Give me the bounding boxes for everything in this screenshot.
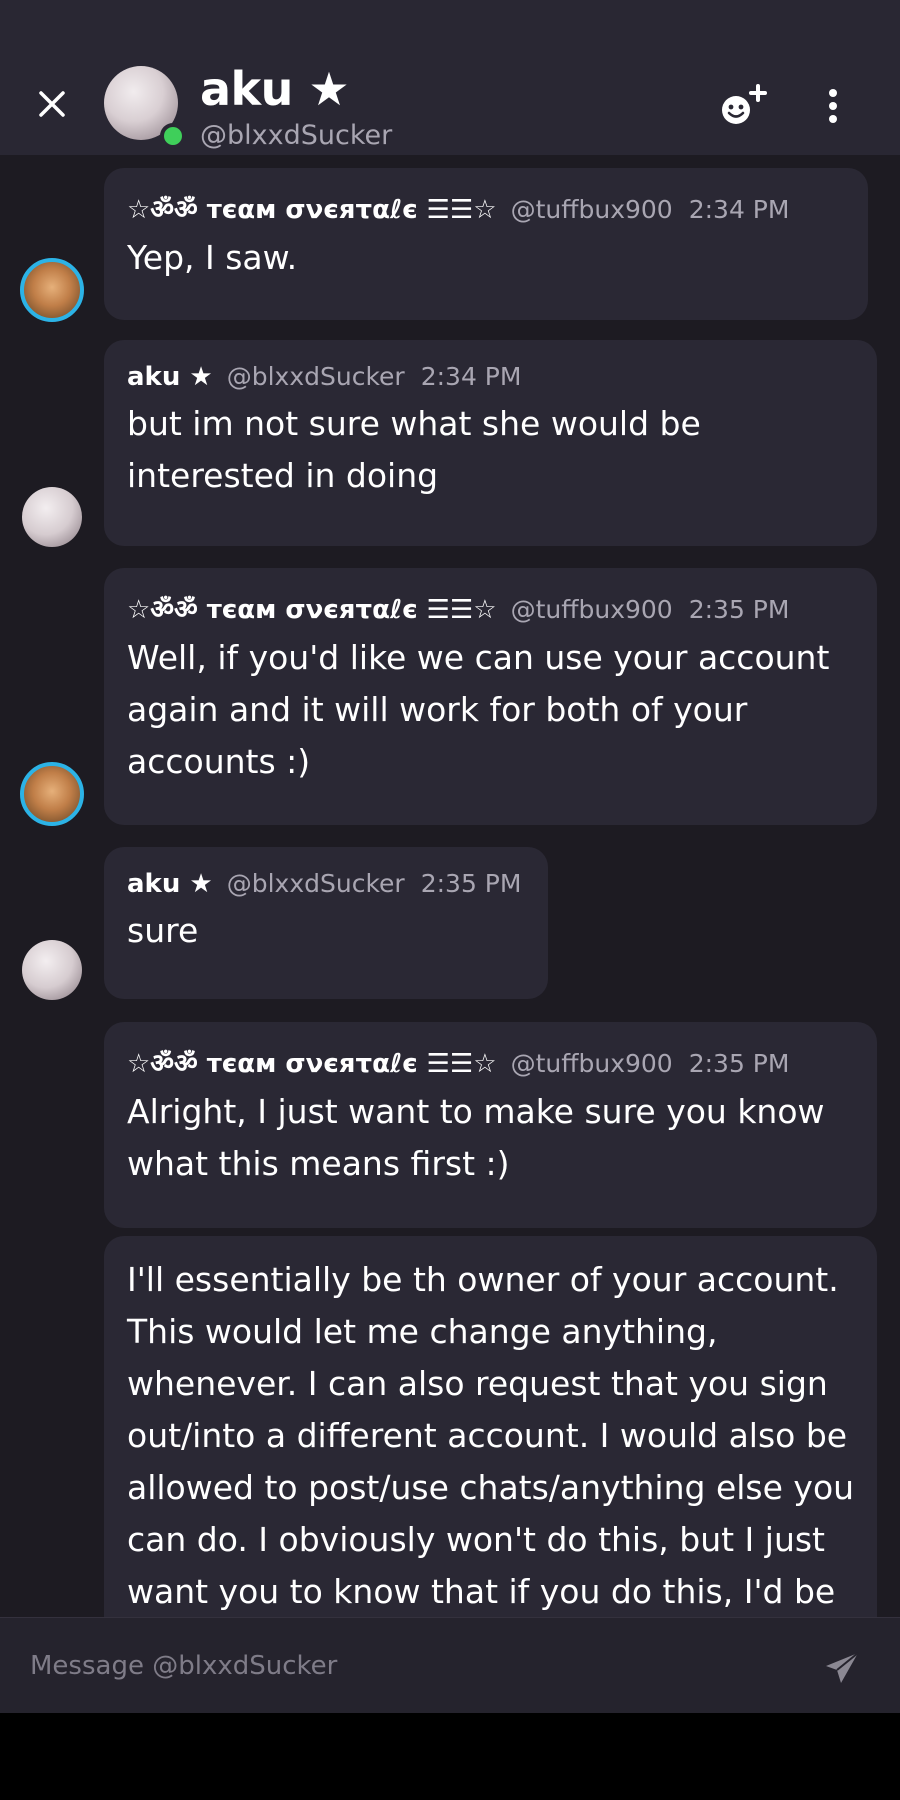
message-text: but im not sure what she would be intere… [127, 404, 701, 495]
close-button[interactable] [30, 82, 74, 126]
message-bubble[interactable]: aku ★ @blxxdSucker 2:35 PM sure [104, 847, 548, 999]
close-icon [39, 91, 65, 117]
dm-app: aku ★ @blxxdSucker ☆ॐॐ тєαм σνєяταℓє ☰☰☆… [0, 0, 900, 1713]
message-text: Well, if you'd like we can use your acco… [127, 638, 830, 781]
message-handle: @tuffbux900 [510, 195, 673, 224]
online-status-indicator [160, 123, 186, 149]
message-handle: @tuffbux900 [510, 1049, 673, 1078]
message-timestamp: 2:35 PM [688, 1049, 790, 1078]
message-bubble[interactable]: ☆ॐॐ тєαм σνєяταℓє ☰☰☆ @tuffbux900 2:35 P… [104, 1022, 877, 1228]
message-timestamp: 2:34 PM [420, 362, 522, 391]
avatar[interactable] [22, 940, 82, 1000]
message-author: ☆ॐॐ тєαм σνєяταℓє ☰☰☆ [127, 1049, 497, 1079]
more-vertical-icon [829, 89, 837, 123]
message-bubble[interactable]: I'll essentially be th owner of your acc… [104, 1236, 877, 1656]
user-handle: @blxxdSucker [200, 120, 393, 151]
message-handle: @blxxdSucker [226, 362, 405, 391]
message-text: I'll essentially be th owner of your acc… [127, 1260, 855, 1611]
system-navigation-bar [0, 1713, 900, 1800]
message-author: ☆ॐॐ тєαм σνєяταℓє ☰☰☆ [127, 595, 497, 625]
message-timestamp: 2:34 PM [688, 195, 790, 224]
message-author: ☆ॐॐ тєαм σνєяταℓє ☰☰☆ [127, 195, 497, 225]
message-input[interactable]: Message @blxxdSucker [30, 1646, 790, 1686]
message-handle: @blxxdSucker [226, 869, 405, 898]
message-timestamp: 2:35 PM [420, 869, 522, 898]
add-friend-icon [722, 84, 767, 124]
message-author: aku ★ [127, 362, 213, 392]
more-options-button[interactable] [816, 82, 850, 132]
message-text: Alright, I just want to make sure you kn… [127, 1092, 825, 1183]
page-title: aku ★ [200, 62, 350, 116]
message-bubble[interactable]: aku ★ @blxxdSucker 2:34 PM but im not su… [104, 340, 877, 546]
message-bubble[interactable]: ☆ॐॐ тєαм σνєяταℓє ☰☰☆ @tuffbux900 2:35 P… [104, 568, 877, 825]
message-handle: @tuffbux900 [510, 595, 673, 624]
avatar[interactable] [22, 487, 82, 547]
avatar[interactable] [20, 762, 84, 826]
message-timestamp: 2:35 PM [688, 595, 790, 624]
send-button[interactable] [822, 1648, 862, 1688]
message-text: Yep, I saw. [127, 238, 298, 277]
message-bubble[interactable]: ☆ॐॐ тєαм σνєяταℓє ☰☰☆ @tuffbux900 2:34 P… [104, 168, 868, 320]
send-icon [826, 1652, 859, 1683]
message-author: aku ★ [127, 869, 213, 899]
add-friend-button[interactable] [716, 82, 770, 132]
message-composer: Message @blxxdSucker [0, 1617, 900, 1713]
message-text: sure [127, 911, 199, 950]
dm-header: aku ★ @blxxdSucker [0, 0, 900, 155]
avatar[interactable] [20, 258, 84, 322]
